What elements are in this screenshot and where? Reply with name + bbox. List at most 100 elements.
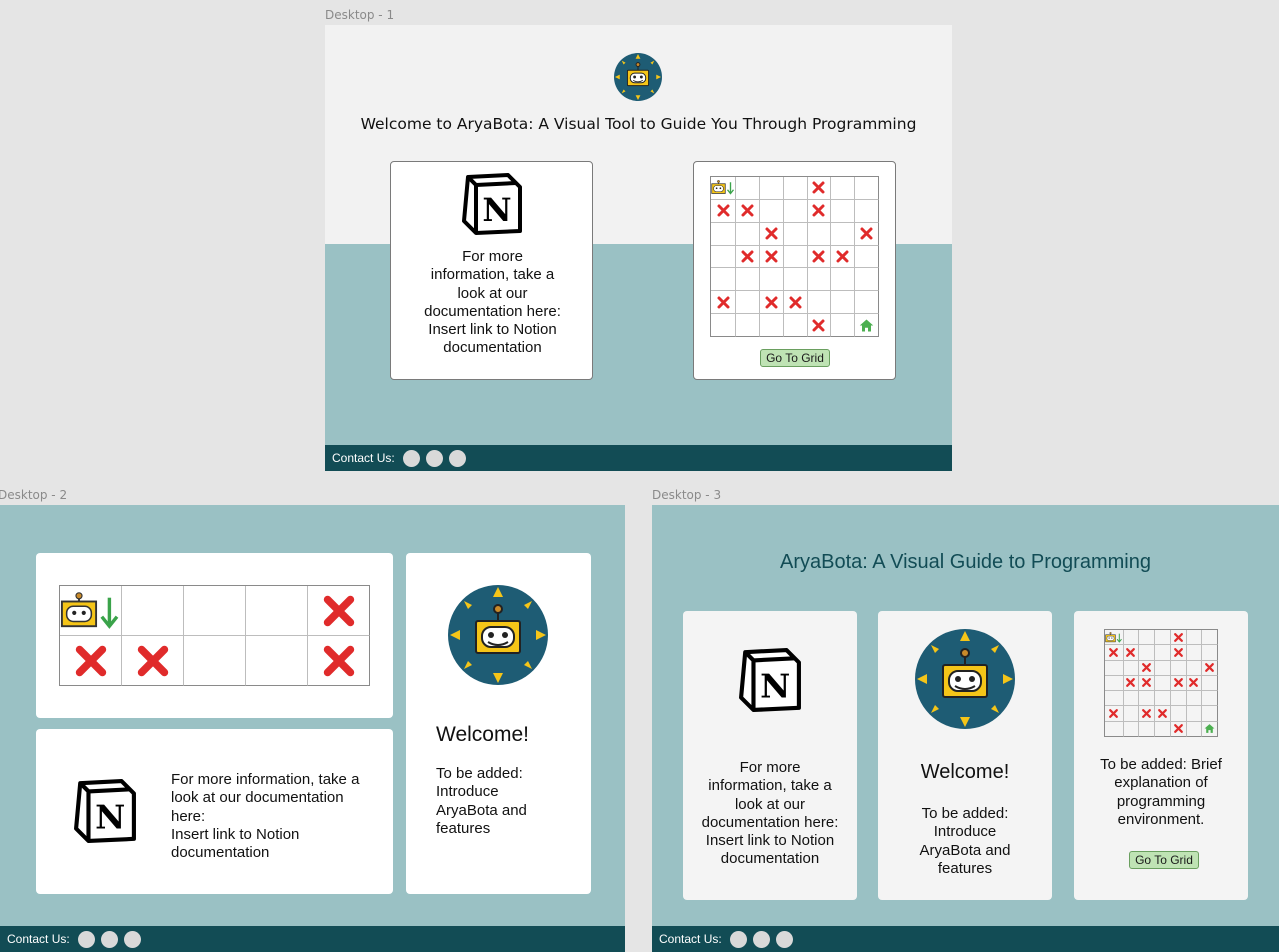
doc-link[interactable]: documentation	[683, 850, 857, 868]
x-mark-icon	[812, 181, 825, 194]
doc-link[interactable]: documentation	[391, 339, 594, 357]
grid-cell	[1105, 660, 1124, 676]
grid-cell	[831, 268, 856, 292]
grid-cell	[736, 291, 760, 315]
grid-cell	[1202, 691, 1218, 707]
x-mark-icon	[1142, 678, 1152, 688]
contact-label: Contact Us:	[659, 932, 722, 946]
x-mark-icon	[1142, 663, 1152, 673]
x-mark-icon	[765, 296, 778, 309]
grid-cell	[1105, 691, 1124, 707]
home-icon	[1204, 724, 1215, 734]
desktop-1-frame: Welcome to AryaBota: A Visual Tool to Gu…	[325, 25, 952, 471]
grid-cell	[855, 245, 879, 269]
grid-cell	[807, 199, 832, 223]
doc-link[interactable]: Insert link to Notion	[683, 832, 857, 850]
notion-icon: N	[74, 779, 136, 843]
welcome-heading: Welcome!	[920, 761, 1010, 783]
social-link[interactable]	[425, 449, 443, 467]
doc-link[interactable]: documentation	[171, 844, 381, 862]
grid-cell	[60, 636, 122, 686]
grid-desc-line: environment.	[1117, 810, 1205, 828]
grid-cell	[1105, 645, 1124, 661]
social-link[interactable]	[100, 930, 118, 948]
x-mark-icon	[1126, 648, 1136, 657]
grid-card: To be added: Brief explanation of progra…	[1074, 611, 1248, 900]
grid-cell	[1155, 675, 1171, 692]
grid-cell	[783, 314, 808, 337]
grid-cell	[855, 291, 879, 315]
grid-cell	[759, 314, 784, 337]
x-mark-icon	[1173, 678, 1183, 688]
grid-cell	[1155, 691, 1171, 707]
social-link[interactable]	[402, 449, 420, 467]
grid-cell	[711, 268, 736, 292]
grid-desc-line: explanation of	[1114, 774, 1208, 792]
footer: Contact Us:	[325, 445, 952, 471]
welcome-line: features	[937, 859, 993, 877]
x-mark-icon	[1142, 709, 1152, 718]
grid-cell	[246, 586, 308, 636]
grid-cell	[831, 291, 856, 315]
doc-link[interactable]: Insert link to Notion	[391, 321, 594, 339]
grid-cell	[759, 177, 784, 200]
contact-label: Contact Us:	[332, 451, 395, 465]
grid-cell	[807, 268, 832, 292]
go-to-grid-button[interactable]: Go To Grid	[1129, 851, 1199, 869]
grid-cell	[711, 177, 736, 200]
x-mark-icon	[1173, 632, 1183, 642]
welcome-title: Welcome to AryaBota: A Visual Tool to Gu…	[360, 115, 917, 133]
grid-cell	[736, 199, 760, 223]
notion-icon: N	[462, 173, 522, 235]
grid-cell	[1202, 660, 1218, 676]
documentation-card: N For more information, take a look at o…	[390, 161, 593, 380]
svg-text:N: N	[760, 667, 790, 706]
grid-cell	[1105, 706, 1124, 722]
x-mark-icon	[1173, 724, 1183, 734]
grid-cell	[831, 245, 856, 269]
grid-desc-line: To be added: Brief	[1100, 756, 1222, 773]
grid-cell	[60, 586, 122, 636]
grid-preview	[710, 176, 879, 337]
grid-description: To be added: Brief explanation of progra…	[1074, 756, 1248, 829]
x-mark-icon	[765, 250, 778, 263]
doc-link[interactable]: Insert link to Notion	[171, 826, 381, 844]
doc-line: documentation here:	[424, 302, 561, 320]
x-mark-icon	[717, 296, 729, 309]
documentation-text: For more information, take a look at our…	[391, 248, 594, 358]
grid-cell	[736, 177, 760, 200]
grid-cell	[807, 314, 832, 337]
grid-cell	[1105, 721, 1124, 737]
footer: Contact Us:	[0, 926, 625, 952]
grid-cell	[1155, 660, 1171, 676]
grid-cell	[711, 245, 736, 269]
grid-cell	[711, 199, 736, 223]
x-mark-icon	[1189, 678, 1199, 688]
social-link[interactable]	[752, 930, 770, 948]
welcome-line: Introduce	[436, 783, 499, 801]
social-link[interactable]	[448, 449, 466, 467]
robot-icon	[711, 180, 735, 196]
go-to-grid-button[interactable]: Go To Grid	[760, 349, 830, 367]
grid-preview	[1104, 629, 1218, 737]
social-link[interactable]	[77, 930, 95, 948]
grid-cell	[1155, 721, 1171, 737]
grid-cell	[1155, 630, 1171, 646]
grid-cell	[1170, 645, 1187, 661]
grid-cell	[807, 222, 832, 246]
x-mark-icon	[1205, 663, 1215, 673]
x-mark-icon	[812, 204, 825, 217]
social-link[interactable]	[729, 930, 747, 948]
robot-logo-icon	[448, 585, 548, 685]
grid-cell	[1123, 706, 1140, 722]
social-link[interactable]	[775, 930, 793, 948]
grid-cell	[831, 199, 856, 223]
grid-cell	[855, 177, 879, 200]
grid-cell	[1202, 706, 1218, 722]
grid-cell	[831, 314, 856, 337]
grid-cell	[783, 291, 808, 315]
social-link[interactable]	[123, 930, 141, 948]
grid-card: Go To Grid	[693, 161, 896, 380]
x-mark-icon	[836, 250, 849, 263]
grid-cell	[1186, 645, 1203, 661]
